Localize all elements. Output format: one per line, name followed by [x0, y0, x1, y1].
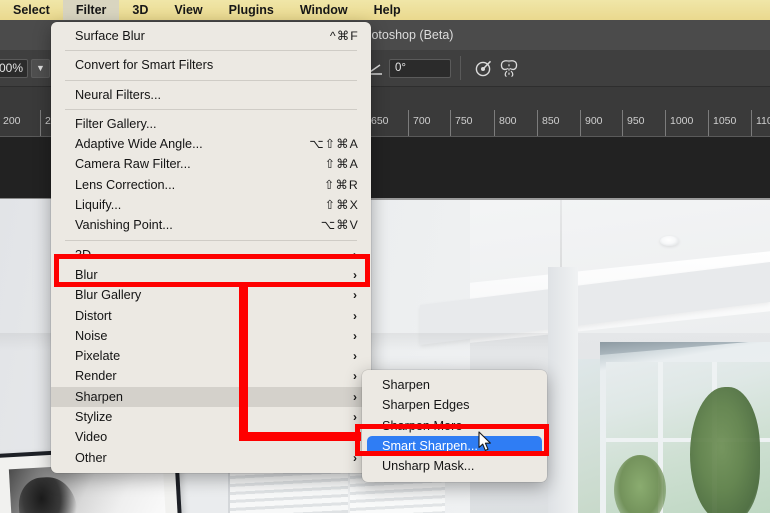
ruler-tick: 110	[751, 110, 770, 136]
menu-item-blur-gallery[interactable]: Blur Gallery ›	[51, 285, 371, 305]
canvas-dark-right	[366, 137, 770, 199]
ruler-tick: 1000	[665, 110, 693, 136]
menu-item-shortcut: ^⌘F	[329, 29, 359, 43]
ruler-tick: 900	[580, 110, 603, 136]
menu-item-label: Filter Gallery...	[75, 116, 157, 131]
menu-item-filter-gallery[interactable]: Filter Gallery...	[51, 114, 371, 134]
photo-downlight	[660, 236, 679, 246]
menu-item-shortcut: ⇧⌘R	[323, 177, 359, 192]
submenu-item-label: Sharpen	[382, 378, 430, 392]
menu-separator	[65, 50, 357, 52]
ruler-tick: 850	[537, 110, 560, 136]
menu-item-convert-for-smart-filters[interactable]: Convert for Smart Filters	[51, 55, 371, 75]
annotation-box-smart-sharpen	[355, 424, 549, 456]
menu-item-noise[interactable]: Noise ›	[51, 326, 371, 346]
submenu-item-unsharp-mask[interactable]: Unsharp Mask...	[362, 456, 547, 476]
menu-item-label: Convert for Smart Filters	[75, 58, 214, 73]
ruler-tick: 950	[622, 110, 645, 136]
photo-window-sliver	[578, 359, 600, 513]
menu-separator	[65, 108, 357, 110]
menu-item-lens-correction[interactable]: Lens Correction... ⇧⌘R	[51, 175, 371, 195]
photo-foliage	[690, 387, 760, 513]
menu-plugins[interactable]: Plugins	[216, 0, 287, 20]
submenu-chevron-right-icon: ›	[353, 288, 357, 303]
menu-item-adaptive-wide-angle[interactable]: Adaptive Wide Angle... ⌥⇧⌘A	[51, 134, 371, 154]
menu-item-shortcut: ⇧⌘A	[324, 157, 359, 172]
submenu-chevron-right-icon: ›	[353, 389, 357, 404]
menu-item-label: Sharpen	[75, 389, 123, 404]
menu-window[interactable]: Window	[287, 0, 361, 20]
mouse-cursor-icon	[478, 431, 494, 453]
angle-input[interactable]: 0°	[389, 58, 451, 78]
photo-window-header	[600, 342, 770, 355]
ruler-tick: 750	[450, 110, 473, 136]
menu-item-render[interactable]: Render ›	[51, 366, 371, 386]
annotation-connector-vertical	[239, 286, 248, 441]
menu-3d[interactable]: 3D	[119, 0, 161, 20]
menu-item-label: Stylize	[75, 410, 113, 425]
submenu-chevron-right-icon: ›	[353, 308, 357, 323]
zoom-level-input[interactable]: 00%	[0, 59, 28, 78]
canvas-dark-left	[0, 137, 56, 199]
menu-view[interactable]: View	[161, 0, 215, 20]
menu-item-stylize[interactable]: Stylize ›	[51, 407, 371, 427]
menu-item-label: Surface Blur	[75, 29, 145, 43]
filter-dropdown-menu: Surface Blur ^⌘F Convert for Smart Filters…	[51, 22, 371, 473]
menu-item-shortcut: ⌥⌘V	[320, 218, 359, 233]
menu-item-label: Lens Correction...	[75, 177, 176, 192]
menu-separator	[65, 79, 357, 81]
submenu-chevron-right-icon: ›	[353, 328, 357, 343]
ruler-tick: 700	[408, 110, 431, 136]
menu-item-label: Adaptive Wide Angle...	[75, 137, 203, 152]
submenu-item-label: Sharpen Edges	[382, 398, 470, 413]
ruler-tick: 200	[0, 110, 21, 136]
menu-separator	[65, 239, 357, 241]
photo-right-column	[548, 267, 578, 513]
submenu-chevron-right-icon: ›	[353, 369, 357, 384]
options-divider	[460, 56, 461, 80]
ruler-tick: 800	[494, 110, 517, 136]
target-brush-icon[interactable]	[470, 56, 496, 80]
menu-item-label: Neural Filters...	[75, 87, 162, 102]
menu-item-pixelate[interactable]: Pixelate ›	[51, 346, 371, 366]
menu-item-other[interactable]: Other ›	[51, 448, 371, 468]
menu-item-label: Liquify...	[75, 198, 122, 213]
menu-item-shortcut: ⇧⌘X	[324, 198, 359, 213]
menu-help[interactable]: Help	[361, 0, 414, 20]
menu-item-label: Video	[75, 430, 108, 445]
menu-item-camera-raw-filter[interactable]: Camera Raw Filter... ⇧⌘A	[51, 154, 371, 174]
annotation-box-blur	[54, 254, 370, 287]
menu-item-surface-blur[interactable]: Surface Blur ^⌘F	[51, 26, 371, 46]
menu-item-sharpen[interactable]: Sharpen ›	[51, 386, 371, 408]
submenu-item-sharpen-edges[interactable]: Sharpen Edges	[362, 395, 547, 415]
menu-item-liquify[interactable]: Liquify... ⇧⌘X	[51, 195, 371, 215]
menu-bar: Select Filter 3D View Plugins Window Hel…	[0, 0, 770, 20]
menu-filter[interactable]: Filter	[62, 0, 120, 20]
symmetry-butterfly-icon[interactable]	[496, 56, 522, 80]
photoshop-window: Adobe Photoshop (Beta) 00% ▼ 0° 200 650 …	[0, 0, 770, 513]
menu-item-vanishing-point[interactable]: Vanishing Point... ⌥⌘V	[51, 215, 371, 235]
menu-item-label: Camera Raw Filter...	[75, 157, 191, 172]
menu-select[interactable]: Select	[0, 0, 63, 20]
options-tool-group: 0°	[364, 56, 522, 80]
menu-item-shortcut: ⌥⇧⌘A	[309, 137, 359, 152]
menu-item-label: Render	[75, 369, 117, 384]
submenu-item-label: Unsharp Mask...	[382, 459, 475, 474]
menu-item-label: Blur Gallery	[75, 288, 142, 303]
submenu-chevron-right-icon: ›	[353, 349, 357, 364]
ruler-tick: 1050	[708, 110, 736, 136]
submenu-item-sharpen[interactable]: Sharpen	[362, 375, 547, 395]
menu-item-label: Other	[75, 450, 107, 465]
menu-item-label: Pixelate	[75, 349, 121, 364]
menu-item-label: Distort	[75, 308, 112, 323]
menu-item-label: Vanishing Point...	[75, 218, 173, 233]
annotation-connector-horizontal	[239, 432, 361, 441]
chevron-down-icon[interactable]: ▼	[31, 59, 50, 78]
menu-item-neural-filters[interactable]: Neural Filters...	[51, 85, 371, 105]
menu-item-distort[interactable]: Distort ›	[51, 306, 371, 326]
photo-art-foliage	[17, 475, 80, 513]
menu-item-label: Noise	[75, 328, 108, 343]
canvas-bottom-edge	[366, 198, 770, 200]
